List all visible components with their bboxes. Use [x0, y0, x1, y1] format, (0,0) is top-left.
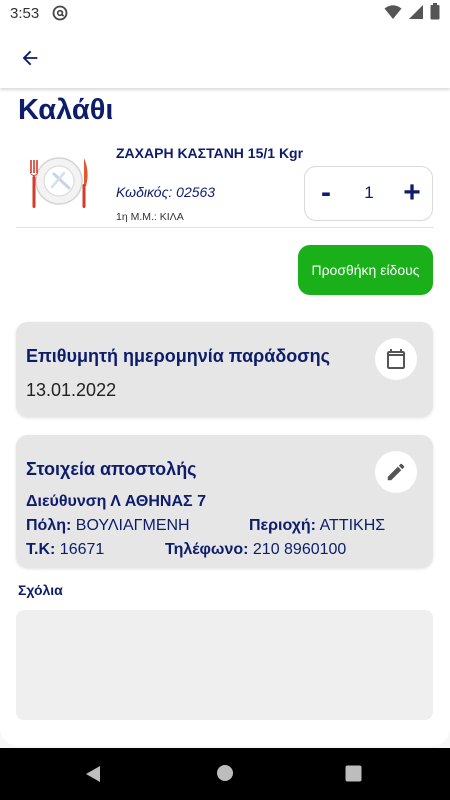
- status-bar: 3:53: [0, 0, 450, 28]
- page-title: Καλάθι: [18, 94, 114, 126]
- product-code: Κωδικός: 02563: [116, 184, 216, 200]
- shipping-details-card: Στοιχεία αποστολής Διεύθυνση Λ ΑΘΗΝΑΣ 7 …: [16, 435, 433, 568]
- product-unit: 1η Μ.Μ.: ΚΙΛΑ: [116, 211, 184, 223]
- add-item-button[interactable]: Προσθήκη είδους: [298, 245, 433, 295]
- quantity-value: 1: [364, 183, 374, 202]
- delivery-date-title: Επιθυμητή ημερομηνία παράδοσης: [26, 346, 330, 366]
- navigation-bar: [0, 748, 450, 800]
- status-time: 3:53: [10, 5, 40, 22]
- nav-home-icon[interactable]: [216, 764, 234, 787]
- nav-recents-icon[interactable]: [345, 765, 362, 787]
- phone-value: 210 8960100: [252, 541, 347, 558]
- delivery-date-value: 13.01.2022: [26, 380, 117, 400]
- arrow-back-icon: [22, 50, 38, 66]
- cart-sheet: Καλάθι ΖΑΧΑΡΗ ΚΑΣΤΑΝΗ 15/1 Kgr Κωδικός: …: [0, 88, 450, 746]
- zip-label: Τ.Κ:: [26, 541, 56, 558]
- region-label: Περιοχή:: [249, 517, 316, 534]
- quantity-stepper: - 1 +: [304, 166, 433, 221]
- comments-label: Σχόλια: [18, 582, 63, 598]
- decrease-quantity-button[interactable]: -: [313, 175, 339, 211]
- shipping-address: Διεύθυνση Λ ΑΘΗΝΑΣ 7: [26, 493, 206, 510]
- shipping-city: Πόλη: ΒΟΥΛΙΑΓΜΕΝΗ: [26, 517, 190, 535]
- region-value: ΑΤΤΙΚΗΣ: [319, 517, 386, 534]
- vpn-at-icon: [52, 5, 68, 21]
- status-icons: [384, 3, 440, 25]
- city-label: Πόλη:: [26, 517, 72, 534]
- shipping-zip: Τ.Κ: 16671: [26, 541, 104, 559]
- zip-value: 16671: [59, 541, 105, 558]
- delivery-date-card: Επιθυμητή ημερομηνία παράδοσης 13.01.202…: [16, 322, 433, 417]
- calendar-icon: [387, 349, 405, 369]
- increase-quantity-button[interactable]: +: [397, 175, 427, 211]
- signal-icon: [408, 4, 424, 25]
- battery-icon: [430, 3, 440, 25]
- city-value: ΒΟΥΛΙΑΓΜΕΝΗ: [75, 517, 190, 534]
- shipping-region: Περιοχή: ΑΤΤΙΚΗΣ: [249, 517, 385, 535]
- app-bar: [0, 28, 450, 88]
- back-button[interactable]: [14, 42, 46, 74]
- shipping-title: Στοιχεία αποστολής: [26, 459, 197, 479]
- calendar-button[interactable]: [375, 338, 417, 380]
- plate-cutlery-icon: [24, 146, 94, 216]
- edit-shipping-button[interactable]: [375, 451, 417, 493]
- cart-item-row: ΖΑΧΑΡΗ ΚΑΣΤΑΝΗ 15/1 Kgr Κωδικός: 02563 1…: [16, 140, 434, 228]
- content-area: Καλάθι ΖΑΧΑΡΗ ΚΑΣΤΑΝΗ 15/1 Kgr Κωδικός: …: [0, 88, 450, 748]
- wifi-icon: [384, 4, 402, 25]
- nav-back-icon[interactable]: [84, 764, 102, 789]
- comments-field[interactable]: [16, 610, 433, 720]
- edit-pencil-icon: [387, 463, 405, 481]
- phone-label: Τηλέφωνο:: [165, 541, 249, 558]
- shipping-phone: Τηλέφωνο: 210 8960100: [165, 541, 346, 559]
- product-name: ΖΑΧΑΡΗ ΚΑΣΤΑΝΗ 15/1 Kgr: [116, 145, 304, 161]
